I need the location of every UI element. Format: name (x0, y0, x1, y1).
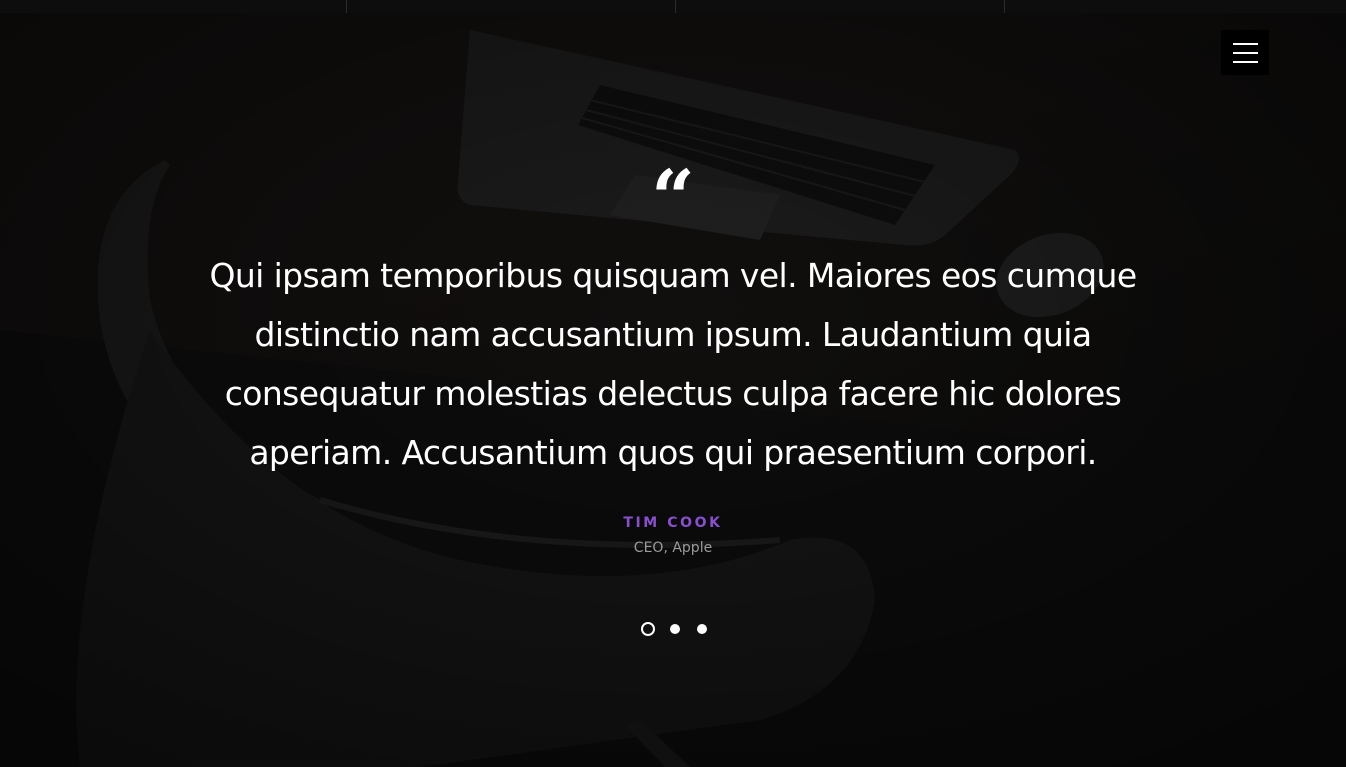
hamburger-menu-icon (1233, 52, 1258, 54)
testimonial-role: CEO, Apple (633, 540, 713, 556)
testimonial-section: “ Qui ipsam temporibus quisquam vel. Mai… (0, 0, 1346, 767)
menu-toggle-button[interactable] (1221, 30, 1269, 75)
hamburger-menu-icon (1233, 43, 1258, 45)
slider-dot-2[interactable] (670, 624, 680, 634)
quote-mark-icon: “ (651, 160, 695, 220)
testimonial-author: TIM COOK (623, 515, 723, 531)
hamburger-menu-icon (1233, 61, 1258, 63)
top-strip (0, 0, 1346, 13)
testimonial-quote: Qui ipsam temporibus quisquam vel. Maior… (209, 256, 1137, 472)
slider-dot-3[interactable] (697, 624, 707, 634)
slider-dot-1[interactable] (641, 622, 655, 636)
slider-pagination (0, 622, 1346, 638)
